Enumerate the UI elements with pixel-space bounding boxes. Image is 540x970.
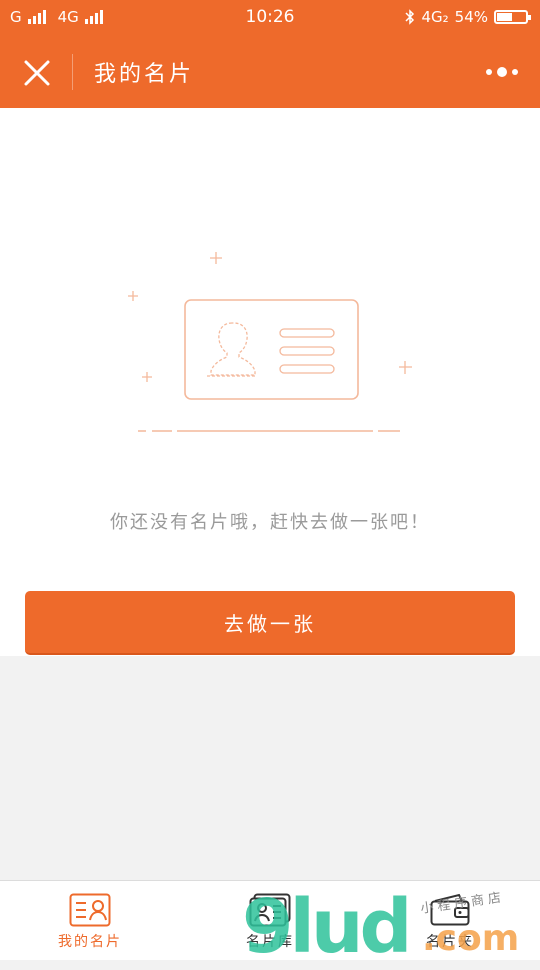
- sparkle-icon: [210, 252, 222, 264]
- tab-my-card[interactable]: 我的名片: [0, 881, 180, 961]
- tab-card-library[interactable]: 名片库: [180, 881, 360, 961]
- empty-state-message: 你还没有名片哦，赶快去做一张吧！: [110, 512, 430, 533]
- title-bar: 我的名片: [0, 36, 540, 108]
- close-icon[interactable]: [20, 56, 54, 90]
- tab-label: 我的名片: [58, 934, 122, 950]
- create-card-button[interactable]: 去做一张: [25, 591, 515, 655]
- status-icons: 4G₂ 54%: [405, 8, 531, 26]
- card-holder-icon: [430, 893, 470, 926]
- tab-label: 名片夹: [426, 934, 474, 950]
- tab-card-holder[interactable]: 名片夹: [360, 881, 540, 961]
- battery-icon: [494, 10, 531, 24]
- title-divider: [72, 54, 73, 90]
- battery-percent: 54%: [454, 8, 488, 26]
- network-label: 4G₂: [421, 8, 449, 26]
- bluetooth-icon: [405, 9, 415, 25]
- tab-label: 名片库: [246, 934, 294, 950]
- bottom-tabbar: 我的名片 名片库 名片夹: [0, 880, 540, 960]
- more-options-icon[interactable]: [486, 62, 522, 82]
- my-card-icon: [69, 893, 111, 927]
- card-library-icon: [249, 893, 291, 927]
- status-bar: G 4G 10:26 4G₂ 54%: [0, 0, 540, 36]
- empty-card-illustration: [128, 252, 412, 432]
- page-title: 我的名片: [94, 62, 195, 87]
- main-content: 你还没有名片哦，赶快去做一张吧！ 去做一张: [0, 108, 540, 656]
